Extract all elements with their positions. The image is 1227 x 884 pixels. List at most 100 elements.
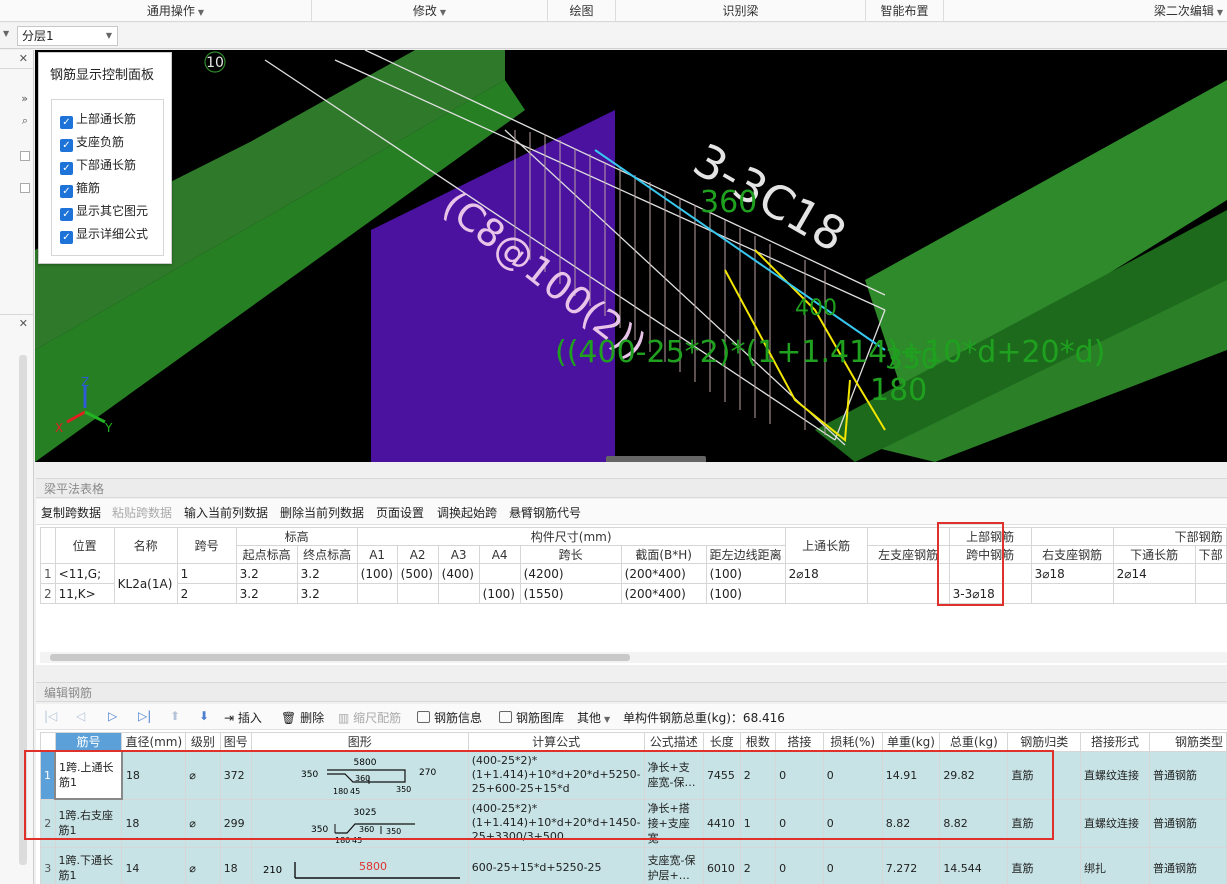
cell-unit-weight[interactable]: 8.82 xyxy=(881,798,941,848)
toggle-top-through[interactable]: ✓ 上部通长筋 xyxy=(60,111,136,129)
cell-rebar-type[interactable]: 普通钢筋 xyxy=(1148,846,1227,884)
cell-left-support[interactable] xyxy=(866,563,950,584)
cell-bottom-through[interactable]: 2⌀14 xyxy=(1112,563,1196,584)
ribbon-group-general[interactable]: 通用操作 ▼ xyxy=(40,0,312,22)
checkbox-checked-icon[interactable]: ✓ xyxy=(60,162,73,175)
page-setup-button[interactable]: 页面设置 xyxy=(376,504,424,521)
next-record-icon[interactable]: ▷ xyxy=(108,709,117,723)
cell-bar-name[interactable]: 1跨.右支座筋1 xyxy=(54,798,123,848)
cell-diameter[interactable]: 14 xyxy=(121,846,187,884)
toggle-bottom-through[interactable]: ✓ 下部通长筋 xyxy=(60,157,136,175)
cell-lap-type[interactable]: 直螺纹连接 xyxy=(1079,798,1150,848)
cell-loss[interactable]: 0 xyxy=(822,846,883,884)
cell-formula[interactable]: (400-25*2)*(1+1.414)+10*d+20*d+5250-25+6… xyxy=(467,750,645,800)
cell-formula[interactable]: 600-25+15*d+5250-25 xyxy=(467,846,645,884)
delete-button[interactable]: 🗑 删除 xyxy=(281,709,324,726)
cell-count[interactable]: 1 xyxy=(739,798,777,848)
cell-mid-span[interactable]: 3-3⌀18 xyxy=(948,583,1032,604)
cell-position[interactable]: 11,K> xyxy=(54,583,115,604)
cell-category[interactable]: 直筋 xyxy=(1007,750,1081,800)
cell-shape[interactable]: 210 5800 xyxy=(250,846,469,884)
cell-diameter[interactable]: 18 xyxy=(121,798,187,848)
first-record-icon[interactable]: |◁ xyxy=(44,709,57,723)
cell-section[interactable]: (200*400) xyxy=(620,563,707,584)
cell-name[interactable]: KL2a(1A) xyxy=(113,563,178,604)
delete-column-button[interactable]: 删除当前列数据 xyxy=(280,504,364,521)
rebar-library-button[interactable]: 钢筋图库 xyxy=(499,709,564,726)
cell-shape[interactable]: 3025 350 360 180 45 350 xyxy=(250,798,469,848)
cell-fig-no[interactable]: 372 xyxy=(219,750,252,800)
cell-bottom-more[interactable] xyxy=(1194,563,1227,584)
cell-category[interactable]: 直筋 xyxy=(1007,846,1081,884)
cell-desc[interactable]: 净长+搭接+支座宽 xyxy=(643,798,704,848)
copy-span-button[interactable]: 复制跨数据 xyxy=(41,504,101,521)
cell-end-elev[interactable]: 3.2 xyxy=(296,563,358,584)
cell-a1[interactable] xyxy=(356,583,398,604)
cell-left-support[interactable] xyxy=(866,583,950,604)
cell-lap[interactable]: 0 xyxy=(775,798,824,848)
cell-right-support[interactable] xyxy=(1030,583,1114,604)
other-menu-button[interactable]: 其他 ▼ xyxy=(577,709,610,726)
cell-top-through[interactable] xyxy=(784,583,868,604)
cell-lap-type[interactable]: 绑扎 xyxy=(1079,846,1150,884)
prev-record-icon[interactable]: ◁ xyxy=(76,709,85,723)
insert-button[interactable]: ⇥ 插入 xyxy=(224,709,262,726)
cell-unit-weight[interactable]: 7.272 xyxy=(881,846,941,884)
toggle-other-elements[interactable]: ✓ 显示其它图元 xyxy=(60,203,148,221)
expand-icon[interactable]: » xyxy=(0,92,34,105)
input-column-button[interactable]: 输入当前列数据 xyxy=(184,504,268,521)
table-row[interactable]: 3 1跨.下通长筋1 14 ⌀ 18 210 5800 600-25+15*d+… xyxy=(40,846,1227,884)
cell-a3[interactable] xyxy=(437,583,480,604)
floor-select[interactable]: 分层1 ▼ xyxy=(17,26,118,46)
close-icon[interactable]: ✕ xyxy=(0,317,34,330)
toggle-detailed-formula[interactable]: ✓ 显示详细公式 xyxy=(60,226,148,244)
cell-unit-weight[interactable]: 14.91 xyxy=(881,750,941,800)
cell-shape[interactable]: 5800 350 270 360 180 45 350 xyxy=(250,750,469,800)
ribbon-group-draw[interactable]: 绘图 xyxy=(548,0,616,22)
cell-a2[interactable] xyxy=(396,583,439,604)
table-row[interactable]: 2 1跨.右支座筋1 18 ⌀ 299 3025 350 360 180 45 … xyxy=(40,798,1227,848)
cell-a4[interactable] xyxy=(478,563,521,584)
swap-start-span-button[interactable]: 调换起始跨 xyxy=(437,504,497,521)
close-icon[interactable]: ✕ xyxy=(0,52,34,65)
cell-start-elev[interactable]: 3.2 xyxy=(235,583,298,604)
cell-a1[interactable]: (100) xyxy=(356,563,398,584)
cell-a2[interactable]: (500) xyxy=(396,563,439,584)
tree-checkbox[interactable] xyxy=(20,183,30,193)
ribbon-group-modify[interactable]: 修改 ▼ xyxy=(312,0,548,22)
cell-category[interactable]: 直筋 xyxy=(1007,798,1081,848)
cell-end-elev[interactable]: 3.2 xyxy=(296,583,358,604)
move-down-icon[interactable]: ⬇ xyxy=(199,709,209,723)
checkbox-checked-icon[interactable]: ✓ xyxy=(60,185,73,198)
cell-grade[interactable]: ⌀ xyxy=(185,846,221,884)
cell-bottom-more[interactable] xyxy=(1194,583,1227,604)
cell-fig-no[interactable]: 18 xyxy=(219,846,252,884)
cell-top-through[interactable]: 2⌀18 xyxy=(784,563,868,584)
cell-length[interactable]: 7455 xyxy=(702,750,741,800)
cell-count[interactable]: 2 xyxy=(739,750,777,800)
checkbox-checked-icon[interactable]: ✓ xyxy=(60,116,73,129)
cell-section[interactable]: (200*400) xyxy=(620,583,707,604)
cell-rebar-type[interactable]: 普通钢筋 xyxy=(1148,798,1227,848)
checkbox-checked-icon[interactable]: ✓ xyxy=(60,139,73,152)
cell-span[interactable]: 1 xyxy=(176,563,237,584)
cell-a4[interactable]: (100) xyxy=(478,583,521,604)
rebar-info-button[interactable]: 钢筋信息 xyxy=(417,709,482,726)
checkbox-checked-icon[interactable]: ✓ xyxy=(60,231,73,244)
cell-a3[interactable]: (400) xyxy=(437,563,480,584)
horizontal-scrollbar[interactable] xyxy=(50,654,630,661)
cell-loss[interactable]: 0 xyxy=(822,798,883,848)
cell-edge-dist[interactable]: (100) xyxy=(705,563,786,584)
table-row[interactable]: 2 11,K> 2 3.2 3.2 (100) (1550) (200*400)… xyxy=(40,583,1227,604)
cell-lap[interactable]: 0 xyxy=(775,846,824,884)
search-icon[interactable]: ⌕ xyxy=(0,114,34,128)
cell-start-elev[interactable]: 3.2 xyxy=(235,563,298,584)
toggle-support-negative[interactable]: ✓ 支座负筋 xyxy=(60,134,124,152)
cell-lap-type[interactable]: 直螺纹连接 xyxy=(1079,750,1150,800)
paste-span-button[interactable]: 粘贴跨数据 xyxy=(112,504,172,521)
cell-fig-no[interactable]: 299 xyxy=(219,798,252,848)
ribbon-group-identify-beam[interactable]: 识别梁 xyxy=(616,0,866,22)
cell-diameter[interactable]: 18 xyxy=(121,750,187,800)
ribbon-group-smart-layout[interactable]: 智能布置 xyxy=(866,0,944,22)
checkbox-checked-icon[interactable]: ✓ xyxy=(60,208,73,221)
